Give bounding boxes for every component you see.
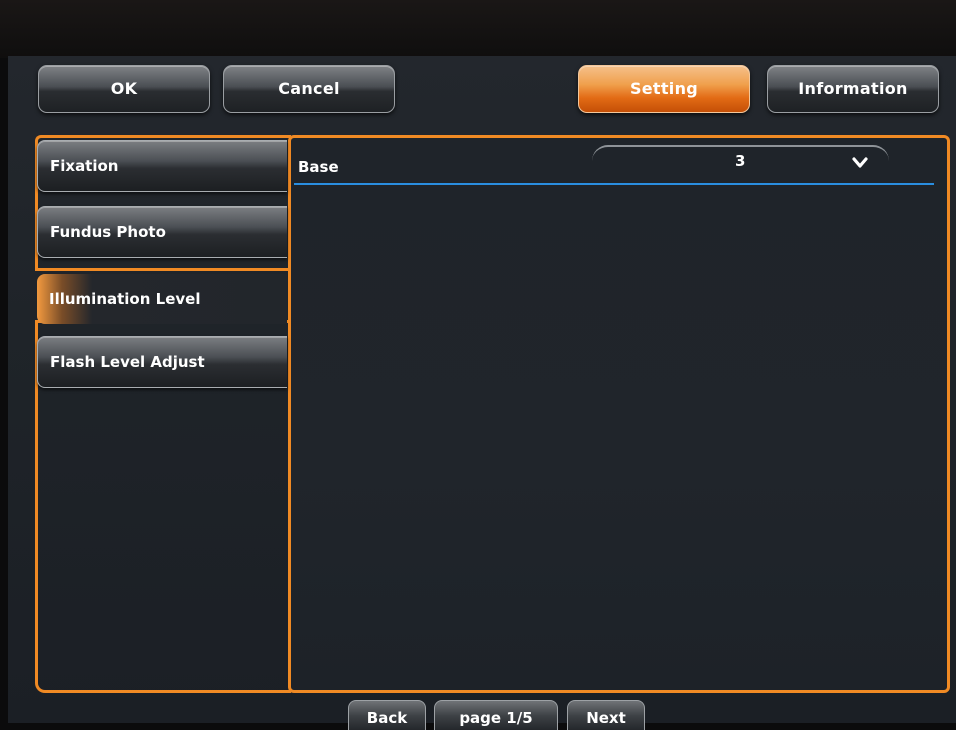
- chevron-down-icon[interactable]: [852, 156, 868, 170]
- next-button-label: Next: [586, 709, 626, 727]
- sidebar-item-label: Fundus Photo: [50, 223, 166, 241]
- row-divider: [294, 183, 934, 185]
- back-button-label: Back: [366, 709, 408, 727]
- cancel-button[interactable]: Cancel: [223, 65, 395, 113]
- back-button[interactable]: Back: [348, 700, 426, 730]
- base-dropdown-value: 3: [735, 152, 746, 170]
- ok-button[interactable]: OK: [38, 65, 210, 113]
- ok-button-label: OK: [110, 79, 138, 98]
- sidebar-item-label: Fixation: [50, 157, 119, 175]
- setting-tab[interactable]: Setting: [578, 65, 750, 113]
- setting-tab-label: Setting: [629, 79, 699, 98]
- information-tab-label: Information: [798, 79, 908, 98]
- sidebar-item-fundus-photo[interactable]: Fundus Photo: [37, 206, 287, 258]
- cancel-button-label: Cancel: [278, 79, 340, 98]
- information-tab[interactable]: Information: [767, 65, 939, 113]
- settings-panel: [288, 135, 950, 693]
- sidebar-item-label: Illumination Level: [49, 290, 201, 308]
- sidebar-item-label: Flash Level Adjust: [50, 353, 205, 371]
- sidebar-item-fixation[interactable]: Fixation: [37, 140, 287, 192]
- screen-bezel: [0, 0, 956, 58]
- sidebar-item-flash-level-adjust[interactable]: Flash Level Adjust: [37, 336, 287, 388]
- page-indicator: page 1/5: [434, 700, 558, 730]
- next-button[interactable]: Next: [567, 700, 645, 730]
- page-indicator-label: page 1/5: [459, 709, 533, 727]
- base-label: Base: [298, 158, 339, 176]
- sidebar-item-illumination-level[interactable]: Illumination Level: [37, 274, 287, 324]
